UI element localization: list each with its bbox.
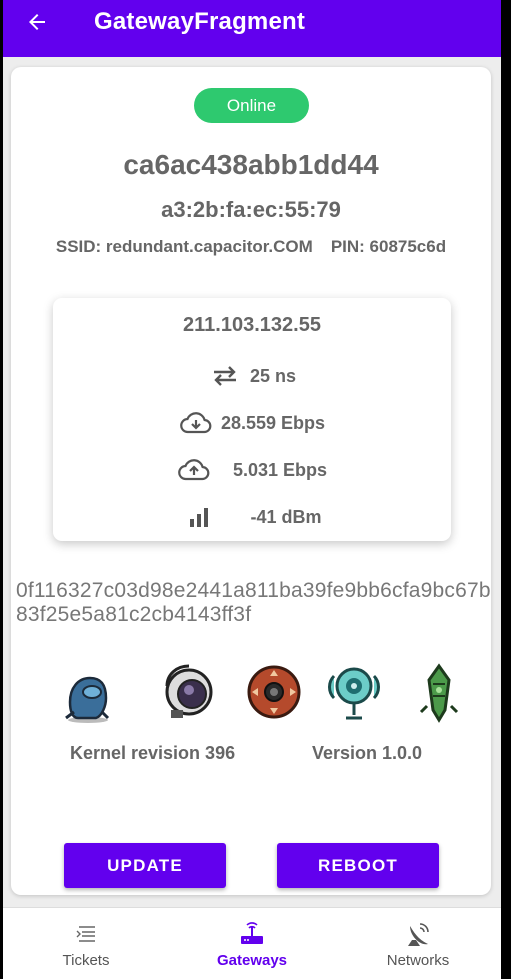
list-icon — [3, 920, 169, 948]
bottom-navigation: Tickets Gateways Networks — [3, 907, 501, 979]
robot-avatar-red-icon — [244, 662, 304, 726]
app-bar-title: GatewayFragment — [94, 8, 306, 35]
network-stats-card: 211.103.132.55 25 ns 28.559 Ebps 5.031 E… — [53, 298, 451, 541]
signal-row: -41 dBm — [53, 502, 451, 532]
router-icon — [169, 920, 335, 948]
cloud-download-icon — [179, 410, 213, 436]
gateway-hash: 0f116327c03d98e2441a811ba39fe9bb6cfa9bc6… — [16, 579, 491, 626]
app-bar: GatewayFragment — [3, 0, 501, 57]
download-speed: 28.559 Ebps — [220, 412, 326, 433]
gateway-card: Online ca6ac438abb1dd44 a3:2b:fa:ec:55:7… — [11, 67, 491, 895]
signal-strength: -41 dBm — [250, 506, 322, 527]
upload-speed: 5.031 Ebps — [232, 459, 328, 480]
robot-avatar-blue-icon — [58, 662, 118, 726]
robot-avatar-purple-icon — [159, 662, 219, 726]
latency-value: 25 ns — [249, 365, 297, 386]
update-button[interactable]: UPDATE — [64, 843, 226, 888]
cloud-upload-icon — [177, 457, 211, 483]
arrow-left-icon — [29, 14, 45, 30]
nav-tickets[interactable]: Tickets — [3, 908, 169, 979]
swap-arrows-icon — [208, 363, 242, 389]
latency-row: 25 ns — [53, 361, 451, 391]
nav-gateways-label: Gateways — [216, 952, 288, 969]
download-row: 28.559 Ebps — [53, 408, 451, 438]
robot-avatars — [11, 662, 491, 732]
ssid-label: SSID: redundant.capacitor.COM — [55, 237, 313, 256]
upload-row: 5.031 Ebps — [53, 455, 451, 485]
robot-avatar-teal-icon — [324, 662, 384, 726]
screen: GatewayFragment Online ca6ac438abb1dd44 … — [3, 0, 501, 979]
status-badge: Online — [194, 88, 309, 123]
nav-networks-label: Networks — [386, 952, 450, 969]
signal-bars-icon — [182, 504, 216, 530]
ssid-pin-line: SSID: redundant.capacitor.COM PIN: 60875c… — [11, 237, 491, 257]
gateway-hostname: ca6ac438abb1dd44 — [123, 149, 379, 180]
gateway-mac-address: a3:2b:fa:ec:55:79 — [161, 197, 341, 222]
reboot-button[interactable]: REBOOT — [277, 843, 439, 888]
nav-networks[interactable]: Networks — [335, 908, 501, 979]
robot-avatar-green-icon — [409, 662, 469, 726]
pin-label: PIN: 60875c6d — [330, 237, 447, 256]
nav-gateways[interactable]: Gateways — [169, 908, 335, 979]
satellite-dish-icon — [335, 920, 501, 948]
ip-address: 211.103.132.55 — [183, 314, 321, 336]
nav-tickets-label: Tickets — [62, 952, 110, 969]
firmware-version: Version 1.0.0 — [312, 743, 423, 763]
kernel-revision: Kernel revision 396 — [70, 743, 236, 763]
back-button[interactable] — [23, 8, 51, 36]
